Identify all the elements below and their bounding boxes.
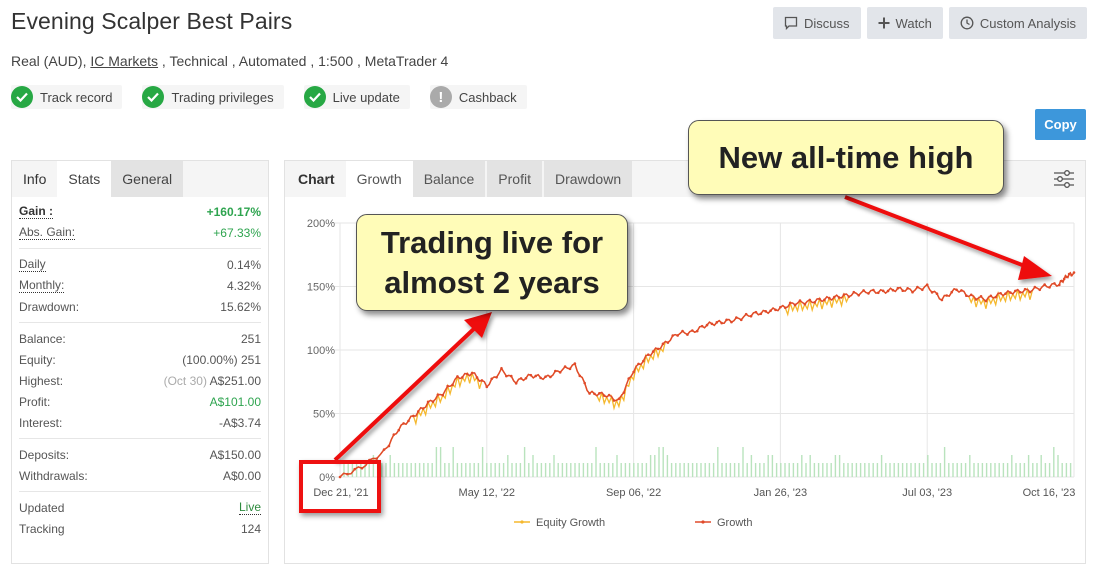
clock-icon [960, 16, 974, 30]
account-details: , Technical , Automated , 1:500 , MetaTr… [158, 53, 449, 69]
broker-link[interactable]: IC Markets [90, 53, 158, 69]
updated-label: Updated [19, 500, 65, 515]
stat-withdrawals: Withdrawals: A$0.00 [19, 465, 261, 486]
tab-balance[interactable]: Balance [412, 161, 486, 197]
badge-label: Cashback [458, 89, 517, 105]
account-subtitle: Real (AUD), IC Markets , Technical , Aut… [11, 53, 448, 69]
stat-drawdown: Drawdown: 15.62% [19, 296, 261, 317]
deposits-label: Deposits: [19, 447, 70, 462]
balance-label: Balance: [19, 331, 66, 346]
verification-badges: Track record Trading privileges Live upd… [11, 85, 527, 109]
equity-value: 251 [240, 352, 261, 367]
tab-drawdown[interactable]: Drawdown [543, 161, 633, 197]
divider [19, 322, 261, 323]
callout-trading-live: Trading live for almost 2 years [356, 214, 628, 311]
callout-all-time-high: New all-time high [688, 120, 1004, 195]
gain-label[interactable]: Gain : [19, 204, 54, 219]
stat-tracking: Tracking 124 [19, 518, 261, 539]
watch-label: Watch [895, 15, 932, 31]
callout-line-1: Trading live for [380, 224, 604, 260]
stat-deposits: Deposits: A$150.00 [19, 444, 261, 465]
tracking-label: Tracking [19, 521, 65, 536]
withdrawals-value: A$0.00 [222, 468, 261, 483]
custom-analysis-button[interactable]: Custom Analysis [948, 7, 1087, 39]
badge-live-update: Live update [303, 85, 410, 109]
drawdown-value: 15.62% [220, 299, 261, 314]
tab-stats[interactable]: Stats [57, 161, 112, 197]
highest-value: A$251.00 [209, 373, 261, 388]
equity-label: Equity: [19, 352, 56, 367]
interest-label: Interest: [19, 415, 63, 430]
comment-icon [784, 16, 798, 30]
badge-label: Track record [40, 89, 113, 105]
badge-trading-privileges: Trading privileges [142, 85, 284, 109]
discuss-button[interactable]: Discuss [773, 7, 861, 39]
stat-profit: Profit: A$101.00 [19, 391, 261, 412]
balance-value: 251 [240, 331, 261, 346]
tab-growth[interactable]: Growth [345, 161, 413, 197]
stat-daily: Daily 0.14% [19, 254, 261, 275]
stat-balance: Balance: 251 [19, 328, 261, 349]
discuss-label: Discuss [804, 15, 850, 31]
badge-label: Trading privileges [171, 89, 274, 105]
divider [19, 248, 261, 249]
highest-date: (Oct 30) [163, 373, 207, 388]
badge-cashback: ! Cashback [429, 85, 527, 109]
top-actions: Discuss Watch Custom Analysis [773, 7, 1087, 39]
withdrawals-label: Withdrawals: [19, 468, 88, 483]
tab-general[interactable]: General [111, 161, 184, 197]
stat-monthly: Monthly: 4.32% [19, 275, 261, 296]
stat-abs-gain: Abs. Gain: +67.33% [19, 222, 261, 243]
profit-label: Profit: [19, 394, 51, 409]
stats-tabs: Info Stats General [12, 161, 268, 197]
stats-panel: Info Stats General Gain : +160.17% Abs. G… [11, 160, 269, 564]
stat-equity: Equity: (100.00%) 251 [19, 349, 261, 370]
equity-percent: (100.00%) [182, 352, 238, 367]
divider [19, 438, 261, 439]
plus-icon [878, 17, 890, 29]
start-date-highlight [299, 460, 381, 513]
monthly-value: 4.32% [226, 278, 261, 293]
stat-highest: Highest: (Oct 30) A$251.00 [19, 370, 261, 391]
badge-label: Live update [332, 89, 400, 105]
daily-label[interactable]: Daily [19, 257, 46, 272]
profit-value: A$101.00 [209, 394, 261, 409]
abs-gain-label[interactable]: Abs. Gain: [19, 225, 76, 240]
interest-value: -A$3.74 [218, 415, 261, 430]
stat-interest: Interest: -A$3.74 [19, 412, 261, 433]
exclamation-icon: ! [429, 86, 452, 108]
check-icon [303, 86, 326, 108]
stat-updated: Updated Live [19, 497, 261, 518]
chart-settings-icon[interactable] [1053, 169, 1075, 189]
stat-gain: Gain : +160.17% [19, 201, 261, 222]
badge-track-record: Track record [11, 85, 123, 109]
tab-info[interactable]: Info [12, 161, 57, 197]
check-icon [11, 86, 33, 108]
deposits-value: A$150.00 [209, 447, 261, 462]
watch-button[interactable]: Watch [866, 7, 943, 39]
drawdown-label: Drawdown: [19, 299, 80, 314]
updated-value[interactable]: Live [238, 500, 261, 515]
account-type: Real (AUD), [11, 53, 91, 69]
page-title: Evening Scalper Best Pairs [11, 8, 293, 34]
check-icon [142, 86, 165, 108]
highest-label: Highest: [19, 373, 64, 388]
callout-line-2: almost 2 years [384, 264, 600, 300]
abs-gain-value: +67.33% [213, 225, 261, 240]
gain-value: +160.17% [206, 204, 261, 219]
tab-chart: Chart [298, 171, 335, 187]
stats-list: Gain : +160.17% Abs. Gain: +67.33% Daily 0.… [12, 197, 268, 539]
custom-analysis-label: Custom Analysis [979, 15, 1076, 31]
monthly-label[interactable]: Monthly: [19, 278, 65, 293]
tab-profit[interactable]: Profit [487, 161, 542, 197]
daily-value: 0.14% [226, 257, 261, 272]
tracking-value: 124 [240, 521, 261, 536]
divider [19, 491, 261, 492]
copy-button[interactable]: Copy [1035, 109, 1086, 140]
